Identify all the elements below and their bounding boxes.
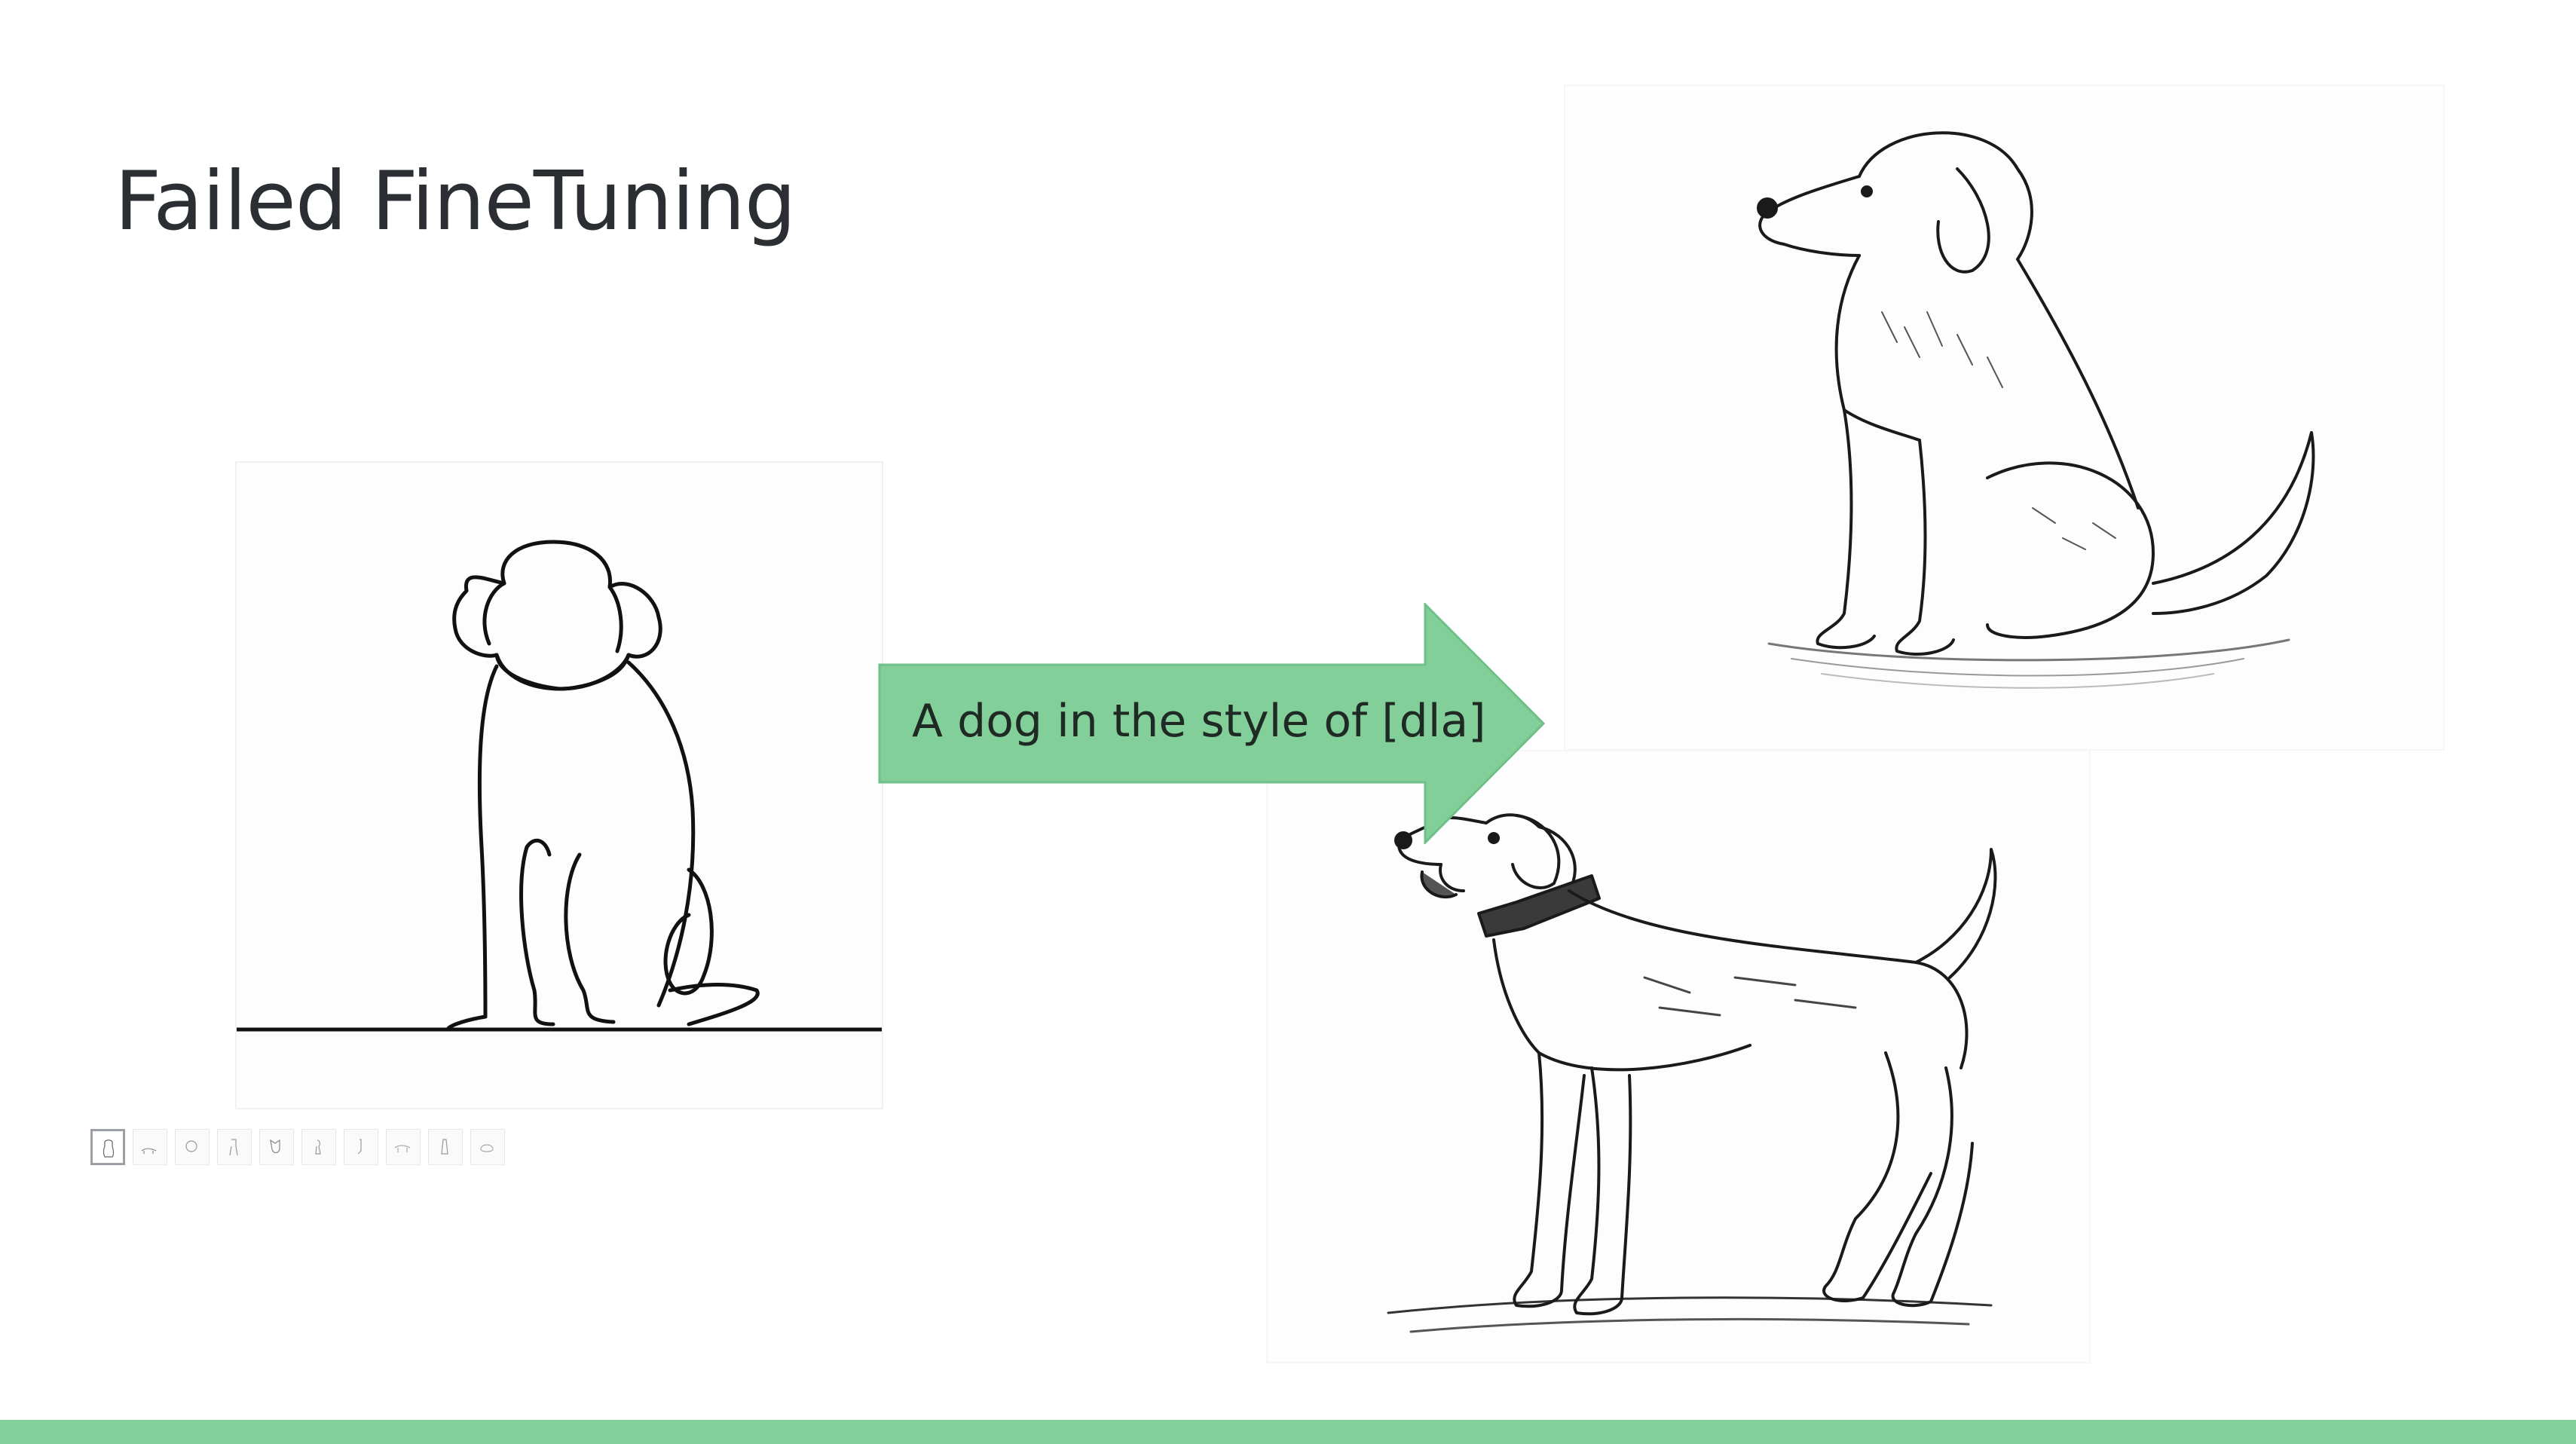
thumbnail-1[interactable] bbox=[90, 1129, 125, 1165]
slide: Failed FineTuning A dog in the style of … bbox=[0, 0, 2576, 1444]
line-art-dog-drawing bbox=[237, 540, 882, 1032]
dog-thumbnail-icon bbox=[102, 1140, 115, 1158]
thumbnail-10[interactable] bbox=[470, 1129, 505, 1165]
bottom-accent-bar bbox=[0, 1420, 2576, 1444]
thumbnail-2[interactable] bbox=[133, 1129, 167, 1165]
dog-thumbnail-icon bbox=[270, 1139, 280, 1154]
dog-thumbnail-icon bbox=[480, 1144, 494, 1152]
line-art-dog-image bbox=[235, 461, 883, 1109]
thumbnail-5[interactable] bbox=[259, 1129, 294, 1165]
thumbnail-4[interactable] bbox=[217, 1129, 252, 1165]
thumbnail-9[interactable] bbox=[428, 1129, 463, 1165]
dog-thumbnail-icon bbox=[185, 1140, 197, 1152]
dog-thumbnail-icon bbox=[394, 1145, 411, 1152]
dog-thumbnail-icon bbox=[229, 1139, 238, 1156]
sitting-dog-image bbox=[1564, 84, 2445, 751]
arrow-caption: A dog in the style of [dla] bbox=[912, 695, 1486, 748]
dog-thumbnail-icon bbox=[441, 1139, 448, 1155]
thumbnail-strip bbox=[90, 1129, 505, 1170]
dog-thumbnail-icon bbox=[315, 1140, 321, 1155]
sitting-dog-drawing bbox=[1757, 131, 2315, 689]
dog-thumbnail-icon bbox=[141, 1148, 157, 1154]
thumbnail-7[interactable] bbox=[344, 1129, 378, 1165]
thumbnail-8[interactable] bbox=[386, 1129, 421, 1165]
thumbnail-3[interactable] bbox=[175, 1129, 210, 1165]
thumbnail-6[interactable] bbox=[301, 1129, 336, 1165]
slide-title: Failed FineTuning bbox=[115, 154, 796, 249]
dog-thumbnail-icon bbox=[357, 1139, 362, 1155]
